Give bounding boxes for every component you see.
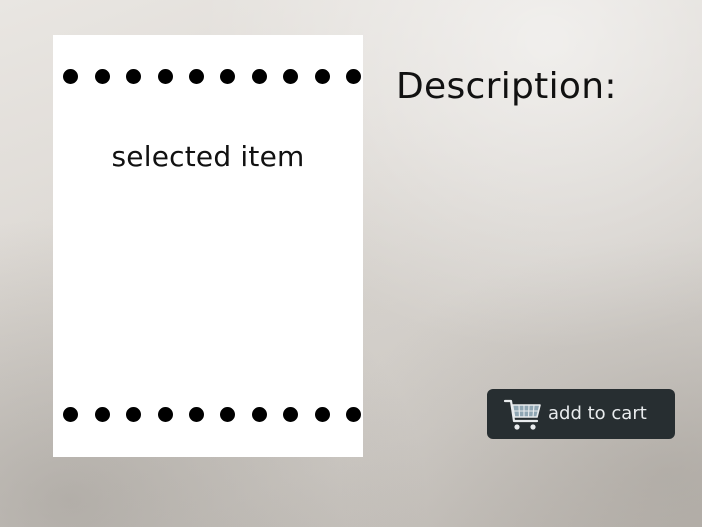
perforation-dot — [346, 407, 361, 422]
add-to-cart-label: add to cart — [548, 403, 647, 424]
add-to-cart-button[interactable]: add to cart — [487, 389, 675, 439]
perforation-dot — [283, 69, 298, 84]
perforation-dot — [283, 407, 298, 422]
perforation-dot — [220, 407, 235, 422]
product-card: selected item — [53, 35, 363, 457]
perforation-dot — [189, 407, 204, 422]
card-bottom-perforation — [53, 407, 363, 423]
perforation-dot — [63, 69, 78, 84]
selected-item-label: selected item — [111, 140, 305, 173]
description-heading: Description: — [396, 66, 617, 107]
perforation-dot — [315, 407, 330, 422]
perforation-dot — [95, 69, 110, 84]
shopping-cart-icon — [503, 399, 541, 430]
perforation-dot — [158, 407, 173, 422]
perforation-dot — [158, 69, 173, 84]
perforation-dot — [126, 69, 141, 84]
perforation-dot — [252, 407, 267, 422]
perforation-dot — [220, 69, 235, 84]
perforation-dot — [189, 69, 204, 84]
perforation-dot — [63, 407, 78, 422]
perforation-dot — [315, 69, 330, 84]
perforation-dot — [252, 69, 267, 84]
perforation-dot — [126, 407, 141, 422]
perforation-dot — [346, 69, 361, 84]
perforation-dot — [95, 407, 110, 422]
card-top-perforation — [53, 69, 363, 85]
